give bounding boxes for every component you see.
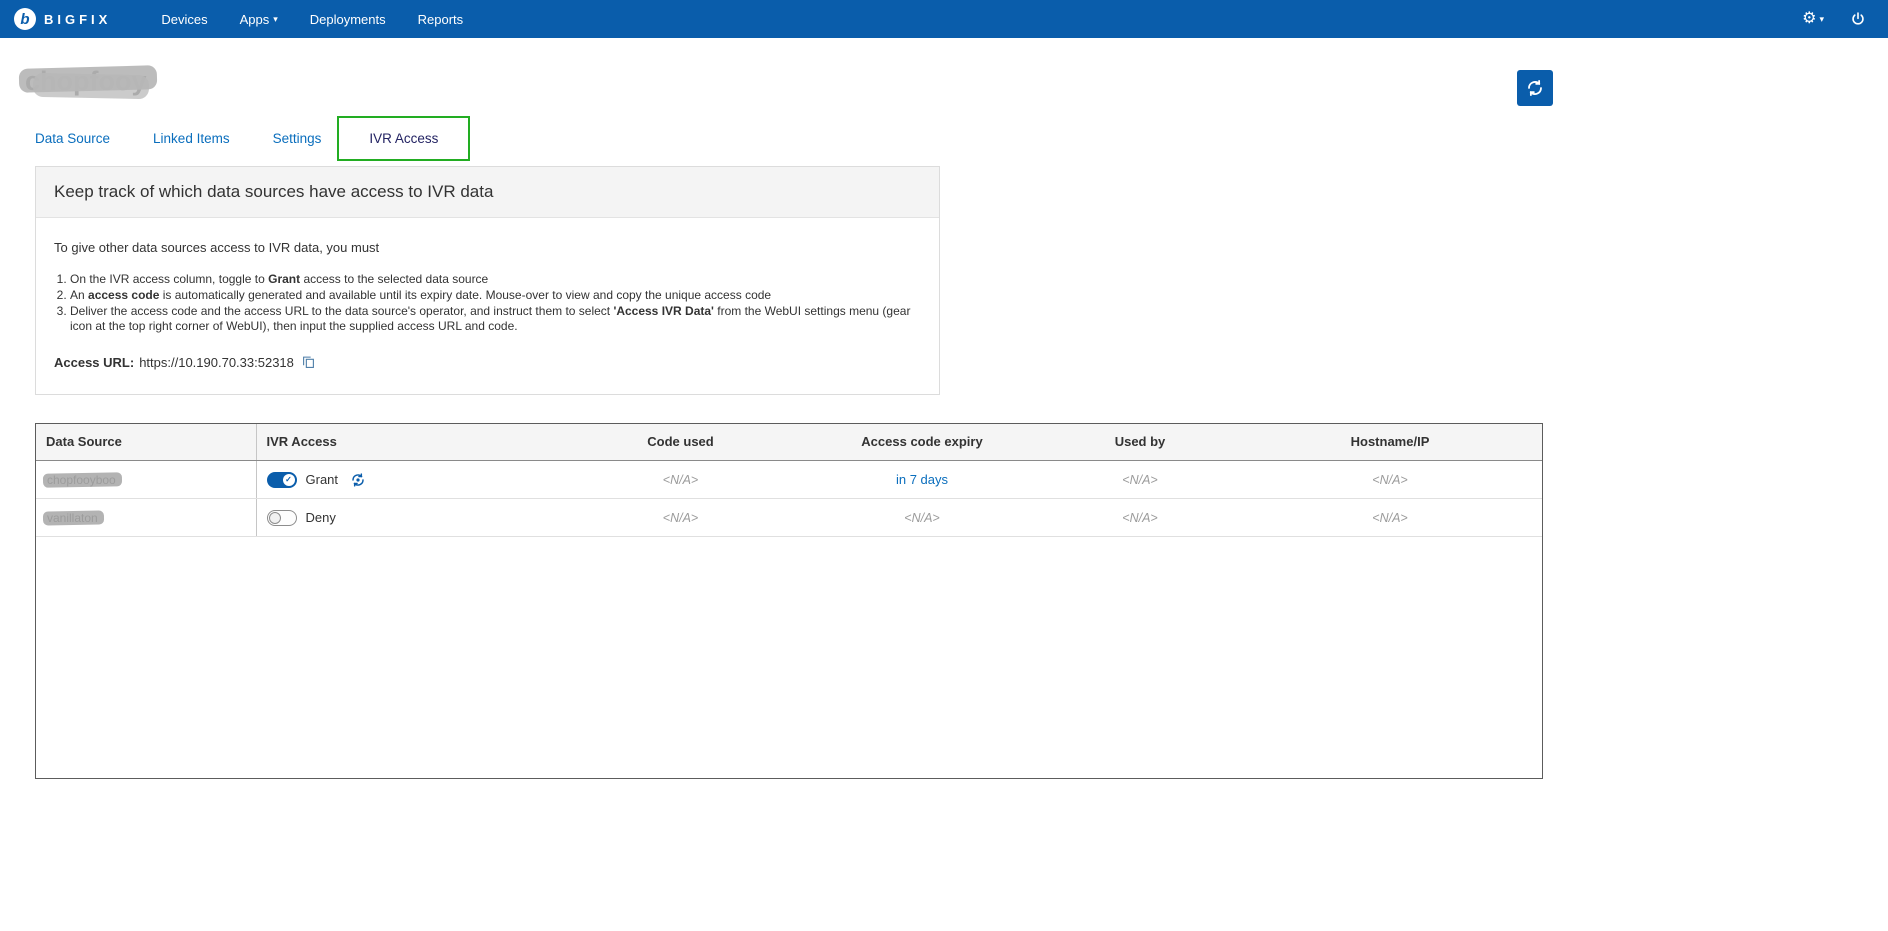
panel-intro: To give other data sources access to IVR…	[54, 240, 921, 255]
toggle-state-label: Grant	[306, 472, 339, 487]
col-header-access-code-expiry: Access code expiry	[802, 424, 1042, 461]
table-row: chopfooyboo Grant	[36, 461, 1542, 499]
active-tab-highlight: IVR Access	[337, 116, 470, 161]
code-used-cell: <N/A>	[559, 461, 802, 499]
col-header-used-by: Used by	[1042, 424, 1238, 461]
chevron-down-icon: ▾	[1819, 15, 1824, 24]
code-used-cell: <N/A>	[559, 499, 802, 537]
settings-menu-button[interactable]: ⚙ ▾	[1802, 11, 1824, 27]
bigfix-logo-icon: b	[14, 8, 36, 30]
hostname-ip-cell: <N/A>	[1238, 461, 1542, 499]
step-1-text-after: access to the selected data source	[300, 272, 488, 286]
panel-body: To give other data sources access to IVR…	[36, 218, 939, 394]
panel-heading: Keep track of which data sources have ac…	[36, 167, 939, 218]
sync-icon	[1526, 79, 1544, 97]
power-icon	[1850, 11, 1866, 27]
step-3-bold: 'Access IVR Data'	[613, 304, 713, 318]
step-2-text: An	[70, 288, 88, 302]
nav-item-devices[interactable]: Devices	[145, 12, 223, 27]
tab-data-source[interactable]: Data Source	[35, 131, 110, 146]
step-2-text-after: is automatically generated and available…	[159, 288, 771, 302]
toggle-knob	[283, 474, 295, 486]
tab-ivr-access[interactable]: IVR Access	[369, 131, 438, 146]
logout-button[interactable]	[1850, 11, 1866, 27]
page-title-redacted-text: chopfooy	[25, 66, 147, 97]
toggle-state-label: Deny	[306, 510, 336, 525]
refresh-button[interactable]	[1517, 70, 1553, 106]
step-2: An access code is automatically generate…	[70, 288, 921, 303]
step-1: On the IVR access column, toggle to Gran…	[70, 272, 921, 287]
page-title: chopfooy	[25, 66, 1888, 97]
data-source-name-redacted: vanillaton	[47, 511, 98, 525]
step-1-bold: Grant	[268, 272, 300, 286]
col-header-hostname-ip: Hostname/IP	[1238, 424, 1542, 461]
gear-icon: ⚙	[1802, 11, 1816, 27]
ivr-access-toggle[interactable]	[267, 510, 297, 526]
chevron-down-icon: ▾	[273, 15, 278, 24]
access-url-row: Access URL: https://10.190.70.33:52318	[54, 355, 921, 370]
tab-bar: Data Source Linked Items Settings IVR Ac…	[35, 113, 1888, 163]
col-header-data-source: Data Source	[36, 424, 256, 461]
access-url-label: Access URL:	[54, 355, 134, 370]
used-by-cell: <N/A>	[1042, 499, 1238, 537]
top-nav: b BIGFIX Devices Apps ▾ Deployments Repo…	[0, 0, 1888, 38]
access-url-value: https://10.190.70.33:52318	[139, 355, 294, 370]
step-1-text: On the IVR access column, toggle to	[70, 272, 268, 286]
toggle-knob	[269, 512, 281, 524]
tab-linked-items[interactable]: Linked Items	[153, 131, 230, 146]
instruction-steps: On the IVR access column, toggle to Gran…	[56, 272, 921, 334]
bigfix-logo: b BIGFIX	[14, 8, 111, 30]
ivr-access-toggle[interactable]	[267, 472, 297, 488]
main-menu: Devices Apps ▾ Deployments Reports	[145, 12, 479, 27]
ivr-info-panel: Keep track of which data sources have ac…	[35, 166, 940, 395]
copy-icon[interactable]	[302, 355, 315, 369]
nav-item-apps[interactable]: Apps ▾	[224, 12, 294, 27]
table-header-row: Data Source IVR Access Code used Access …	[36, 424, 1542, 461]
step-3-text: Deliver the access code and the access U…	[70, 304, 613, 318]
nav-right-controls: ⚙ ▾	[1802, 11, 1866, 27]
step-2-bold: access code	[88, 288, 159, 302]
access-code-expiry-cell: <N/A>	[802, 499, 1042, 537]
nav-item-reports[interactable]: Reports	[402, 12, 480, 27]
brand-name: BIGFIX	[44, 12, 111, 27]
hostname-ip-cell: <N/A>	[1238, 499, 1542, 537]
used-by-cell: <N/A>	[1042, 461, 1238, 499]
access-code-expiry-cell: in 7 days	[802, 461, 1042, 499]
data-source-name-redacted: chopfooyboo	[47, 473, 116, 487]
table-row: vanillaton Deny <N/A> <N/A> <N/A> <N/A>	[36, 499, 1542, 537]
step-3: Deliver the access code and the access U…	[70, 304, 921, 334]
regenerate-code-icon[interactable]	[350, 472, 366, 488]
tab-settings[interactable]: Settings	[273, 131, 322, 146]
col-header-code-used: Code used	[559, 424, 802, 461]
nav-item-apps-label: Apps	[240, 12, 270, 27]
data-source-table: Data Source IVR Access Code used Access …	[35, 423, 1543, 779]
nav-item-deployments[interactable]: Deployments	[294, 12, 402, 27]
col-header-ivr-access: IVR Access	[256, 424, 559, 461]
